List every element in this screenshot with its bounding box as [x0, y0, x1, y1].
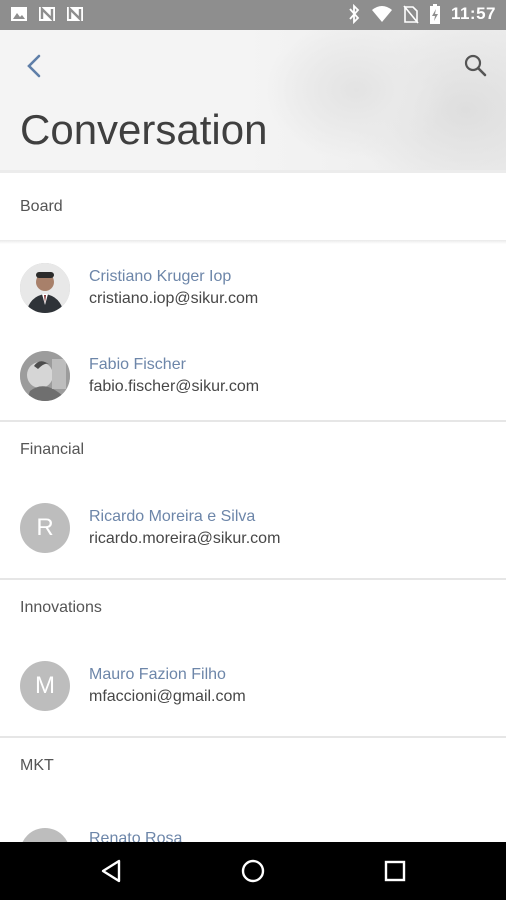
person-photo-icon — [20, 263, 70, 313]
search-icon — [464, 54, 487, 77]
back-button[interactable] — [18, 48, 54, 84]
page-title: Conversation — [20, 106, 268, 153]
circle-home-icon — [241, 859, 265, 883]
contact-email: ricardo.moreira@sikur.com — [89, 530, 281, 547]
section-header-board: Board — [0, 170, 506, 240]
contact-text: Mauro Fazion Filho mfaccioni@gmail.com — [89, 664, 246, 708]
contact-text: Ricardo Moreira e Silva ricardo.moreira@… — [89, 506, 280, 550]
contact-name: Ricardo Moreira e Silva — [89, 508, 256, 525]
contact-text: Renato Rosa — [89, 828, 182, 842]
person-photo-icon — [20, 351, 70, 401]
image-icon — [11, 7, 27, 21]
avatar: R — [20, 503, 70, 553]
n-notification-icon — [67, 6, 83, 22]
contact-email: fabio.fischer@sikur.com — [89, 378, 260, 395]
app-header: Conversation — [0, 30, 506, 170]
wifi-icon — [371, 6, 392, 22]
status-right-icons: 11:57 — [347, 4, 496, 24]
n-notification-icon — [39, 6, 55, 22]
contact-email: mfaccioni@gmail.com — [89, 688, 246, 705]
avatar — [20, 828, 70, 842]
avatar-initial: R — [36, 514, 54, 541]
triangle-back-icon — [101, 859, 121, 883]
contact-item[interactable]: Cristiano Kruger Iop cristiano.iop@sikur… — [0, 244, 506, 332]
section-header-financial: Financial — [0, 420, 506, 478]
status-bar: 11:57 — [0, 0, 506, 30]
battery-charging-icon — [429, 4, 440, 24]
contact-text: Fabio Fischer fabio.fischer@sikur.com — [89, 354, 259, 398]
section-header-innovations: Innovations — [0, 578, 506, 636]
contact-name: Cristiano Kruger Iop — [89, 268, 232, 285]
nav-back-button[interactable] — [97, 856, 127, 886]
contact-name: Mauro Fazion Filho — [89, 666, 226, 683]
contact-name: Renato Rosa — [89, 830, 183, 842]
section-header-mkt: MKT — [0, 736, 506, 794]
avatar-initial: M — [35, 672, 55, 699]
search-button[interactable] — [458, 48, 494, 84]
nav-recents-button[interactable] — [380, 856, 410, 886]
avatar — [20, 263, 70, 313]
arrow-back-icon — [27, 54, 41, 78]
conversation-list[interactable]: Board Cristiano Kruger Iop cristiano.iop… — [0, 170, 506, 842]
contact-text: Cristiano Kruger Iop cristiano.iop@sikur… — [89, 266, 258, 310]
contact-email: cristiano.iop@sikur.com — [89, 290, 259, 307]
avatar — [20, 351, 70, 401]
no-sim-icon — [403, 5, 419, 24]
status-time: 11:57 — [450, 4, 496, 23]
contact-item[interactable]: M Mauro Fazion Filho mfaccioni@gmail.com — [0, 636, 506, 736]
contact-item[interactable]: R Ricardo Moreira e Silva ricardo.moreir… — [0, 478, 506, 578]
nav-home-button[interactable] — [238, 856, 268, 886]
avatar: M — [20, 661, 70, 711]
system-nav-bar — [0, 842, 506, 900]
contact-name: Fabio Fischer — [89, 356, 186, 373]
status-left-icons — [10, 6, 84, 22]
contact-item[interactable]: Fabio Fischer fabio.fischer@sikur.com — [0, 332, 506, 420]
square-recents-icon — [384, 860, 406, 882]
contact-item[interactable]: Renato Rosa — [0, 794, 506, 842]
bluetooth-icon — [349, 4, 360, 24]
